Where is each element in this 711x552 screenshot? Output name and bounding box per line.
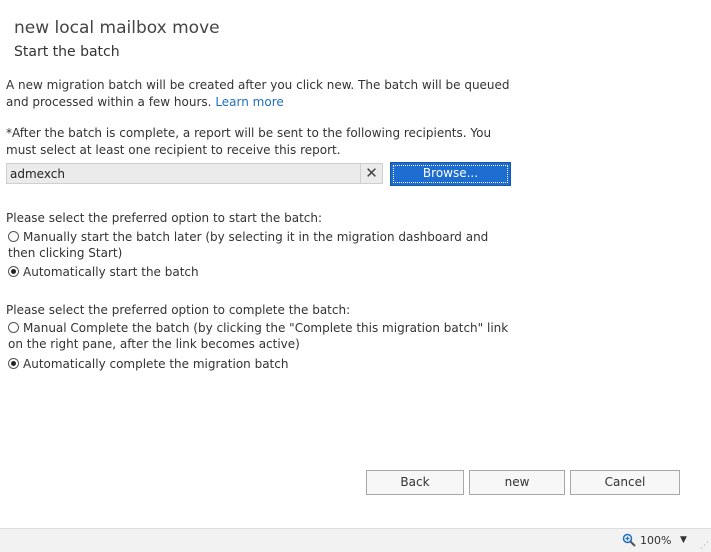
start-auto-radio[interactable] bbox=[8, 266, 19, 277]
page-subtitle: Start the batch bbox=[14, 44, 120, 60]
complete-manual-label: Manual Complete the batch (by clicking t… bbox=[8, 321, 509, 351]
complete-auto-radio[interactable] bbox=[8, 358, 19, 369]
cancel-button[interactable]: Cancel bbox=[570, 470, 680, 495]
zoom-level[interactable]: 100% bbox=[640, 534, 671, 547]
start-manual-label: Manually start the batch later (by selec… bbox=[8, 230, 489, 260]
recipients-field[interactable]: admexch ✕ bbox=[6, 163, 383, 184]
complete-manual-radio[interactable] bbox=[8, 322, 19, 333]
start-auto-option[interactable]: Automatically start the batch bbox=[8, 264, 518, 280]
status-bar: 100% ▼ ⋰ bbox=[0, 528, 711, 552]
start-auto-label: Automatically start the batch bbox=[23, 265, 199, 279]
intro-paragraph: A new migration batch will be created af… bbox=[6, 77, 516, 111]
browse-button[interactable]: Browse... bbox=[390, 162, 511, 186]
start-options-prompt: Please select the preferred option to st… bbox=[6, 211, 323, 225]
page-title: new local mailbox move bbox=[14, 18, 220, 38]
magnifier-plus-icon bbox=[622, 533, 636, 550]
new-button[interactable]: new bbox=[469, 470, 565, 495]
complete-options-prompt: Please select the preferred option to co… bbox=[6, 303, 351, 317]
complete-manual-option[interactable]: Manual Complete the batch (by clicking t… bbox=[8, 320, 518, 352]
start-manual-radio[interactable] bbox=[8, 231, 19, 242]
back-button[interactable]: Back bbox=[366, 470, 464, 495]
complete-auto-option[interactable]: Automatically complete the migration bat… bbox=[8, 356, 518, 372]
resize-grip-icon[interactable]: ⋰ bbox=[700, 541, 709, 551]
recipient-value: admexch bbox=[10, 167, 65, 181]
complete-auto-label: Automatically complete the migration bat… bbox=[23, 357, 289, 371]
zoom-dropdown-icon[interactable]: ▼ bbox=[680, 535, 687, 545]
clear-icon[interactable]: ✕ bbox=[360, 164, 382, 183]
recipients-note: *After the batch is complete, a report w… bbox=[6, 126, 492, 157]
learn-more-link[interactable]: Learn more bbox=[215, 95, 283, 109]
start-manual-option[interactable]: Manually start the batch later (by selec… bbox=[8, 229, 518, 261]
